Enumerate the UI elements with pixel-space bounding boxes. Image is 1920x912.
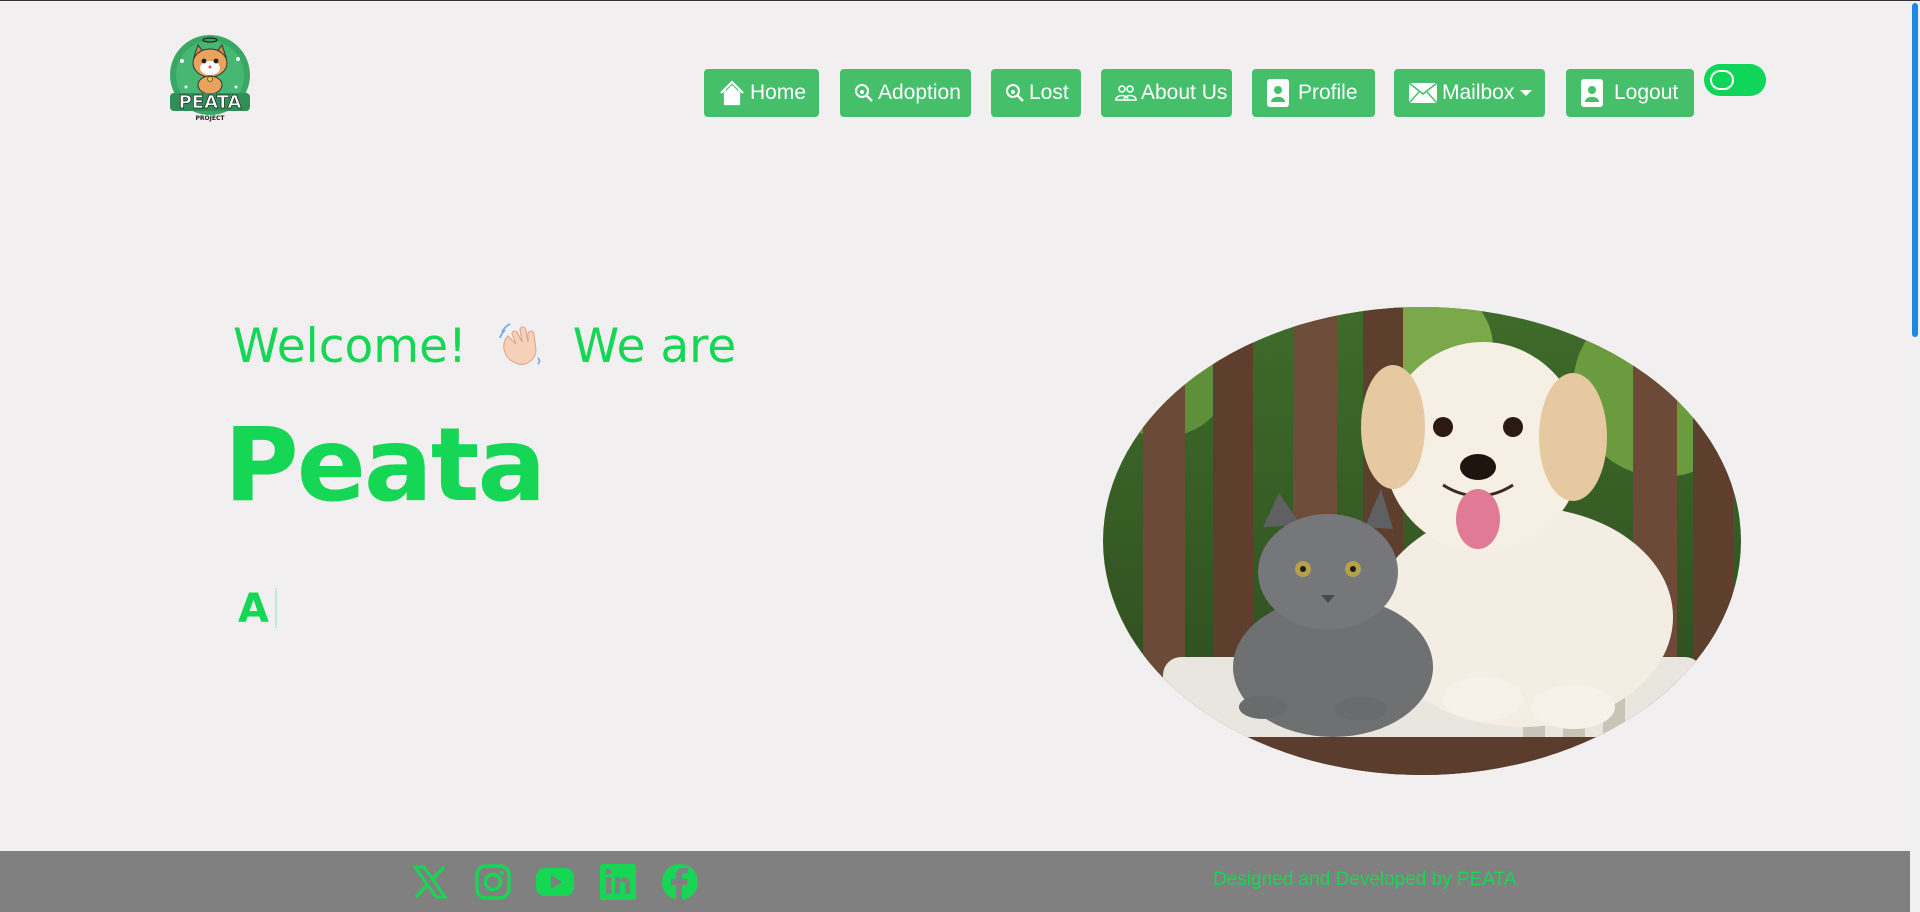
profile-card-icon — [1266, 78, 1290, 108]
nav-about-us-label: About Us — [1141, 81, 1228, 104]
linkedin-icon[interactable] — [597, 861, 639, 903]
peata-logo[interactable]: PEATA PROJECT — [164, 31, 256, 127]
nav-about-us-button[interactable]: About Us — [1101, 69, 1232, 117]
home-icon — [718, 79, 746, 107]
profile-card-icon — [1580, 78, 1604, 108]
nav-profile-button[interactable]: Profile — [1252, 69, 1375, 117]
cat-logo-icon: PEATA PROJECT — [170, 35, 250, 122]
nav-mailbox-label: Mailbox — [1442, 81, 1515, 104]
nav-lost-label: Lost — [1029, 81, 1069, 104]
nav-adoption-button[interactable]: Adoption — [840, 69, 971, 117]
page: PEATA PROJECT Home Adoption Lost About U… — [0, 0, 1920, 912]
search-pet-icon — [1005, 83, 1025, 103]
logo-sub-text: PROJECT — [196, 115, 226, 122]
nav-profile-label: Profile — [1298, 81, 1358, 104]
nav-home-label: Home — [750, 81, 807, 104]
scrollbar[interactable] — [1910, 1, 1920, 912]
welcome-text: Welcome! — [233, 319, 467, 374]
typed-text-value: A — [238, 586, 269, 632]
logo-brand-text: PEATA — [179, 92, 242, 113]
nav-logout-label: Logout — [1614, 81, 1679, 104]
x-icon[interactable] — [409, 861, 451, 903]
instagram-icon[interactable] — [472, 861, 514, 903]
nav-home-button[interactable]: Home — [704, 69, 819, 117]
puppy-and-kitten-photo — [1103, 307, 1741, 775]
people-icon — [1115, 84, 1137, 102]
search-pet-icon — [854, 83, 874, 103]
nav-logout-button[interactable]: Logout — [1566, 69, 1694, 117]
envelope-icon — [1408, 82, 1438, 104]
nav-mailbox-dropdown[interactable]: Mailbox — [1394, 69, 1545, 117]
waving-hand-icon — [496, 320, 544, 380]
nav-adoption-label: Adoption — [878, 81, 961, 104]
footer-credit: Designed and Developed by PEATA — [1213, 869, 1517, 890]
scrollbar-thumb[interactable] — [1912, 3, 1918, 337]
typed-text: A — [238, 586, 277, 632]
nav-lost-button[interactable]: Lost — [991, 69, 1081, 117]
brand-heading: Peata — [224, 406, 546, 525]
youtube-icon[interactable] — [534, 861, 576, 903]
toggle-knob — [1710, 70, 1734, 90]
theme-toggle[interactable] — [1704, 64, 1766, 96]
typing-cursor — [274, 588, 277, 628]
welcome-heading: Welcome! We are — [233, 319, 736, 380]
footer: Designed and Developed by PEATA — [0, 851, 1920, 912]
we-are-text: We are — [572, 319, 737, 374]
chevron-down-icon — [1520, 90, 1533, 96]
facebook-icon[interactable] — [659, 861, 701, 903]
